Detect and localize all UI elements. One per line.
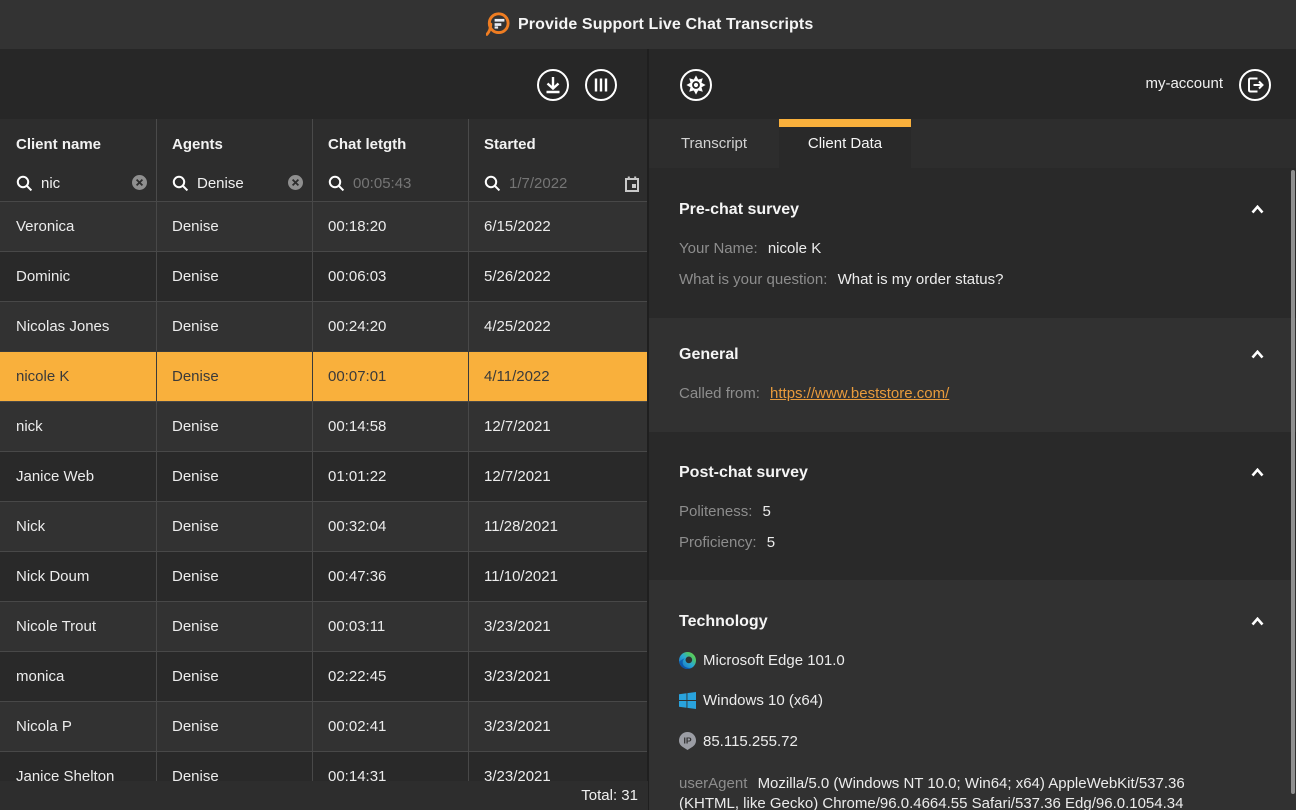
svg-text:IP: IP [683, 736, 691, 746]
